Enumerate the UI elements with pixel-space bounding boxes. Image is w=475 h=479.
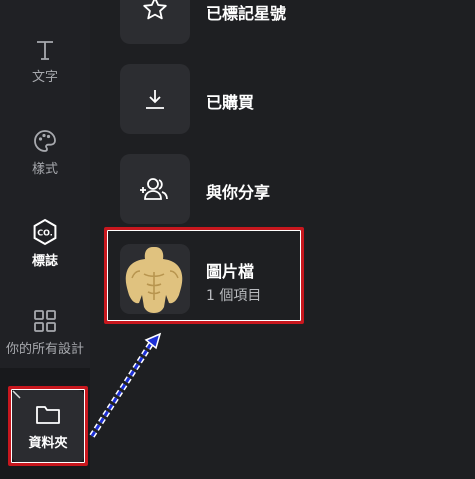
annotation-arrow: [89, 332, 162, 438]
